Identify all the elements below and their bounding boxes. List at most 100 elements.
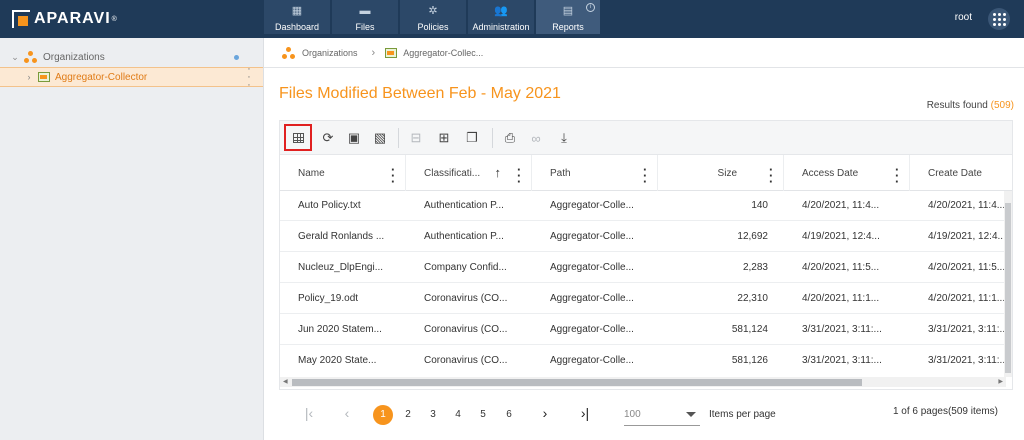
apps-grid-icon[interactable]: [988, 8, 1010, 30]
cell-name: Nucleuz_DlpEngi...: [298, 262, 384, 273]
scroll-left-icon[interactable]: ◀: [283, 378, 288, 385]
grid-view-button[interactable]: [284, 124, 312, 151]
column-menu-icon[interactable]: · · ·: [391, 163, 395, 188]
aggregator-icon: [385, 47, 398, 58]
page-button-4[interactable]: 4: [448, 405, 468, 425]
cell-access-date: 4/20/2021, 11:5...: [802, 262, 880, 273]
table-row[interactable]: Policy_19.odt Coronavirus (CO... Aggrega…: [280, 284, 1012, 314]
cell-size: 12,692: [737, 231, 768, 242]
column-menu-icon[interactable]: · · ·: [643, 163, 647, 188]
column-header-name[interactable]: Name · · ·: [280, 155, 406, 191]
horizontal-scrollbar[interactable]: ◀ ▶: [280, 377, 1006, 387]
cell-name: May 2020 State...: [298, 355, 377, 366]
nav-tab-dashboard[interactable]: ▦ Dashboard: [264, 0, 330, 34]
save-button[interactable]: ▣: [342, 126, 366, 150]
grid-icon: [292, 132, 304, 143]
sidebar-item-aggregator-collector[interactable]: › Aggregator-Collector · · ·: [0, 64, 263, 91]
user-name[interactable]: root: [955, 12, 972, 23]
chevron-right-icon[interactable]: ›: [24, 72, 34, 82]
table-row[interactable]: Nucleuz_DlpEngi... Company Confid... Agg…: [280, 253, 1012, 283]
print-button[interactable]: ⎙: [498, 126, 522, 150]
page-button-6[interactable]: 6: [499, 405, 519, 425]
column-menu-icon[interactable]: · · ·: [769, 163, 773, 188]
last-page-icon[interactable]: ›|: [575, 405, 595, 425]
nav-label-files: Files: [355, 22, 375, 32]
table-row[interactable]: May 2020 State... Coronavirus (CO... Agg…: [280, 346, 1012, 376]
collapse-button[interactable]: ⊟: [404, 126, 428, 150]
cell-create-date: 3/31/2021, 3:11:...: [928, 355, 1006, 366]
nav-tab-administration[interactable]: 👥 Administration: [468, 0, 534, 34]
clipboard-icon: ▤: [562, 5, 574, 17]
nav-tab-policies[interactable]: ✲ Policies: [400, 0, 466, 34]
column-header-create-date[interactable]: Create Date: [910, 155, 1012, 191]
nav-tab-files[interactable]: ▬ Files: [332, 0, 398, 34]
more-options-icon[interactable]: · · ·: [247, 64, 251, 91]
column-menu-icon[interactable]: · · ·: [895, 163, 899, 188]
chevron-down-icon[interactable]: ⌄: [10, 52, 20, 63]
logo-mark-icon: [12, 10, 30, 28]
column-header-classification[interactable]: Classificati... ↑ · · ·: [406, 155, 532, 191]
next-page-icon[interactable]: ›: [537, 405, 553, 425]
sort-ascending-icon[interactable]: ↑: [495, 165, 502, 180]
nav-tab-reports[interactable]: ▤ Reports i: [536, 0, 600, 34]
nav-label-policies: Policies: [417, 22, 449, 32]
items-per-page-select[interactable]: 100: [624, 404, 700, 426]
cell-classification: Coronavirus (CO...: [424, 355, 508, 366]
save-as-button[interactable]: ▧: [368, 126, 392, 150]
cell-access-date: 3/31/2021, 3:11:...: [802, 355, 882, 366]
add-button[interactable]: ⊞: [432, 126, 456, 150]
refresh-icon: ⟳: [322, 130, 334, 145]
vertical-scrollbar[interactable]: [1004, 191, 1012, 377]
cell-access-date: 4/19/2021, 12:4...: [802, 231, 880, 242]
column-label: Create Date: [928, 167, 982, 179]
cell-access-date: 3/31/2021, 3:11:...: [802, 324, 882, 335]
cell-name: Auto Policy.txt: [298, 200, 361, 211]
cell-access-date: 4/20/2021, 11:4...: [802, 200, 880, 211]
cell-path: Aggregator-Colle...: [550, 355, 634, 366]
table-row[interactable]: Gerald Ronlands ... Authentication P... …: [280, 222, 1012, 252]
breadcrumb-aggregator-collector[interactable]: Aggregator-Collec...: [385, 47, 483, 58]
users-icon: 👥: [494, 5, 508, 17]
cell-classification: Coronavirus (CO...: [424, 293, 508, 304]
page-button-2[interactable]: 2: [398, 405, 418, 425]
page-button-5[interactable]: 5: [473, 405, 493, 425]
first-page-icon[interactable]: |‹: [299, 405, 319, 425]
cell-size: 581,126: [731, 355, 768, 366]
toolbar-divider: [492, 128, 493, 148]
breadcrumb-label: Organizations: [302, 47, 358, 58]
cell-size: 2,283: [742, 262, 768, 273]
info-icon[interactable]: i: [586, 3, 595, 12]
horizontal-scroll-thumb[interactable]: [292, 379, 862, 386]
download-button[interactable]: ⤓: [552, 126, 576, 150]
cell-create-date: 4/19/2021, 12:4...: [928, 231, 1006, 242]
link-icon: ∞: [531, 130, 541, 146]
link-button[interactable]: ∞: [524, 126, 548, 150]
table-row[interactable]: Auto Policy.txt Authentication P... Aggr…: [280, 191, 1012, 221]
page-button-1[interactable]: 1: [373, 405, 393, 425]
breadcrumb-organizations[interactable]: Organizations: [282, 46, 358, 59]
column-header-access-date[interactable]: Access Date · · ·: [784, 155, 910, 191]
column-header-path[interactable]: Path · · ·: [532, 155, 658, 191]
print-icon: ⎙: [504, 130, 516, 145]
dropdown-arrow-icon: [686, 412, 696, 417]
column-menu-icon[interactable]: · · ·: [517, 163, 521, 188]
cell-size: 140: [751, 200, 768, 211]
copy-button[interactable]: ❐: [460, 126, 484, 150]
table-row[interactable]: Jun 2020 Statem... Coronavirus (CO... Ag…: [280, 315, 1012, 345]
nav-label-administration: Administration: [472, 22, 530, 32]
status-dot: [234, 55, 239, 60]
column-header-size[interactable]: Size · · ·: [658, 155, 784, 191]
refresh-button[interactable]: ⟳: [316, 126, 340, 150]
sidebar-item-organizations[interactable]: ⌄ Organizations: [0, 48, 263, 66]
aparavi-logo[interactable]: APARAVI ®: [12, 8, 117, 30]
scroll-right-icon[interactable]: ▶: [998, 378, 1003, 385]
page-button-3[interactable]: 3: [423, 405, 443, 425]
toolbar-divider: [398, 128, 399, 148]
page-info: 1 of 6 pages(509 items): [892, 406, 998, 417]
cell-classification: Coronavirus (CO...: [424, 324, 508, 335]
report-toolbar: ⟳ ▣ ▧ ⊟ ⊞ ❐ ⎙ ∞ ⤓: [279, 120, 1013, 154]
cell-size: 581,124: [731, 324, 768, 335]
vertical-scroll-thumb[interactable]: [1005, 203, 1011, 373]
save-as-icon: ▧: [373, 130, 387, 145]
previous-page-icon[interactable]: ‹: [339, 405, 355, 425]
